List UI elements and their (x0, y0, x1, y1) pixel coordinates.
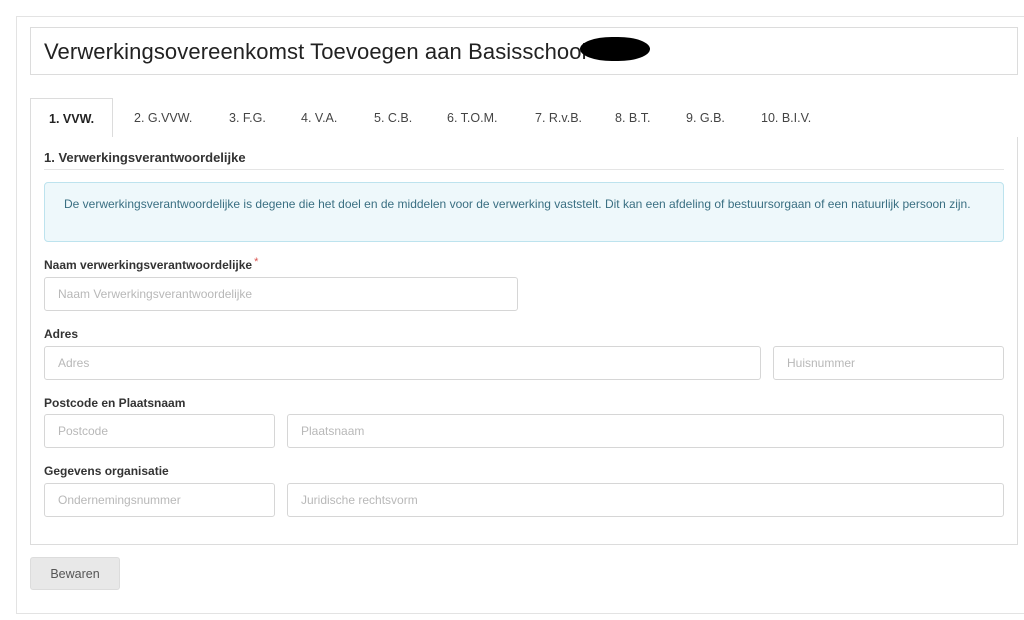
tab-biv[interactable]: 10. B.I.V. (761, 98, 811, 138)
postcode-plaats-label: Postcode en Plaatsnaam (44, 396, 186, 410)
tab-vvw[interactable]: 1. VVW. (30, 98, 114, 139)
rechtsvorm-input[interactable] (287, 483, 1004, 517)
naam-input[interactable] (44, 277, 518, 311)
huisnummer-input[interactable] (773, 346, 1004, 380)
section-divider (44, 169, 1004, 170)
tab-tom[interactable]: 6. T.O.M. (447, 98, 497, 138)
tab-gvvw[interactable]: 2. G.VVW. (134, 98, 192, 138)
tab-bt[interactable]: 8. B.T. (615, 98, 650, 138)
required-marker: * (254, 256, 259, 268)
tab-bar: 1. VVW. 2. G.VVW. 3. F.G. 4. V.A. 5. C.B… (30, 98, 1018, 139)
tab-va[interactable]: 4. V.A. (301, 98, 337, 138)
page-title: Verwerkingsovereenkomst Toevoegen aan Ba… (44, 39, 587, 64)
section-title: 1. Verwerkingsverantwoordelijke (44, 150, 246, 165)
adres-label: Adres (44, 327, 79, 341)
tab-gb[interactable]: 9. G.B. (686, 98, 725, 138)
organisatie-label: Gegevens organisatie (44, 464, 169, 478)
tab-rvb[interactable]: 7. R.v.B. (535, 98, 582, 138)
naam-label: Naam verwerkingsverantwoordelijke * (44, 256, 259, 272)
tab-cb[interactable]: 5. C.B. (374, 98, 412, 138)
tab-panel-vvw: 1. Verwerkingsverantwoordelijke De verwe… (30, 137, 1018, 545)
tab-fg[interactable]: 3. F.G. (229, 98, 266, 138)
plaatsnaam-input[interactable] (287, 414, 1004, 448)
postcode-input[interactable] (44, 414, 275, 448)
ondernemingsnummer-input[interactable] (44, 483, 275, 517)
info-alert: De verwerkingsverantwoordelijke is degen… (44, 182, 1004, 242)
redaction-mark (580, 37, 650, 61)
save-button[interactable]: Bewaren (30, 557, 120, 590)
naam-label-text: Naam verwerkingsverantwoordelijke (44, 258, 253, 272)
adres-input[interactable] (44, 346, 761, 380)
page-header: Verwerkingsovereenkomst Toevoegen aan Ba… (30, 27, 1018, 75)
